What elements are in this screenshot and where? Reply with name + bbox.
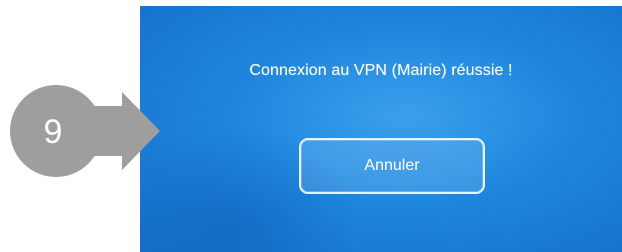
vpn-connection-screen: Connexion au VPN (Mairie) réussie ! Annu…	[140, 6, 622, 252]
vpn-status-message: Connexion au VPN (Mairie) réussie !	[249, 62, 513, 79]
screenshot-stage: Connexion au VPN (Mairie) réussie ! Annu…	[0, 0, 622, 252]
cancel-button[interactable]: Annuler	[299, 138, 485, 194]
step-marker: 9	[10, 85, 160, 177]
step-number: 9	[44, 113, 63, 151]
